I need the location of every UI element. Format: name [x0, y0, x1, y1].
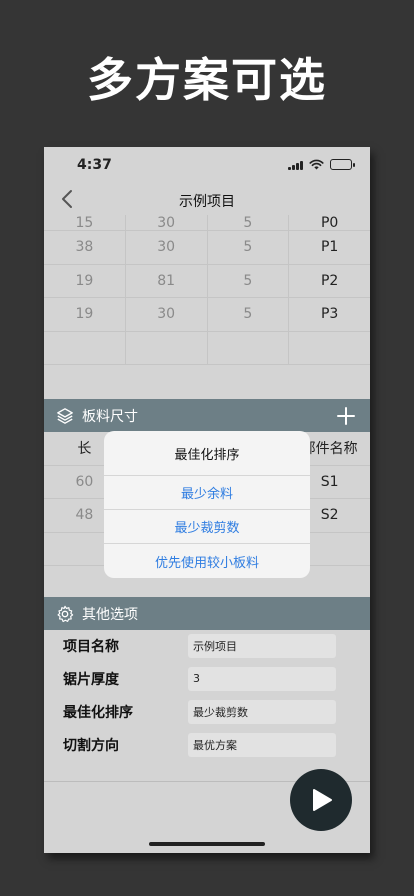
table-cell: 5: [208, 215, 290, 230]
blade-thickness-label: 锯片厚度: [63, 671, 119, 688]
table-row[interactable]: [44, 331, 370, 365]
options-section-header: 其他选项: [44, 597, 370, 630]
table-row[interactable]: 19 30 5 P3: [44, 298, 370, 332]
parts-table: 15 30 5 P0 38 30 5 P1 19 81 5 P2 19 30 5…: [44, 215, 370, 365]
navigation-bar: 示例项目: [44, 183, 370, 215]
table-cell: [289, 332, 370, 365]
action-least-waste[interactable]: 最少余料: [104, 476, 310, 510]
form-row-cut-direction: 切割方向 最优方案: [44, 728, 370, 761]
table-cell: [126, 331, 208, 364]
table-cell: 38: [44, 231, 126, 264]
cut-direction-label: 切割方向: [63, 737, 119, 754]
form-row-blade-thickness: 锯片厚度 3: [44, 662, 370, 695]
blade-thickness-field[interactable]: 3: [188, 666, 336, 691]
phone-screen: 4:37 示例项目 15 30 5 P0 38 30 5 P1 19 81 5 …: [44, 147, 370, 853]
wifi-icon: [309, 159, 324, 170]
table-cell: 19: [44, 298, 126, 331]
project-name-label: 项目名称: [63, 638, 119, 655]
gear-icon: [57, 605, 74, 622]
boards-section-title: 板料尺寸: [82, 408, 138, 425]
table-cell: 19: [44, 264, 126, 297]
layers-icon: [57, 407, 73, 424]
promo-headline: 多方案可选: [87, 53, 327, 107]
form-row-optimize-order: 最佳化排序 最少裁剪数: [44, 695, 370, 728]
optimize-order-label: 最佳化排序: [63, 704, 133, 721]
table-cell: 30: [126, 215, 208, 230]
home-indicator[interactable]: [149, 842, 265, 846]
table-cell: P1: [320, 239, 339, 256]
form-row-project-name: 项目名称 示例项目: [44, 629, 370, 662]
table-cell: 30: [126, 231, 208, 264]
table-cell: 5: [208, 264, 290, 297]
battery-icon: [330, 159, 355, 170]
table-row[interactable]: 15 30 5 P0: [44, 215, 370, 231]
run-button[interactable]: [290, 769, 352, 831]
optimize-order-select[interactable]: 最少裁剪数: [188, 699, 336, 724]
action-prefer-small-boards[interactable]: 优先使用较小板料: [104, 544, 310, 578]
table-cell: 15: [44, 215, 126, 230]
action-sheet-title: 最佳化排序: [104, 431, 310, 476]
status-bar: 4:37: [44, 147, 370, 183]
table-cell: P2: [320, 272, 339, 289]
table-cell: [208, 331, 290, 364]
page-title: 示例项目: [179, 194, 235, 210]
table-cell: [44, 331, 126, 364]
table-cell: 5: [208, 231, 290, 264]
table-row[interactable]: 38 30 5 P1: [44, 231, 370, 265]
cut-direction-select[interactable]: 最优方案: [188, 732, 336, 757]
signal-icon: [288, 160, 303, 170]
project-name-field[interactable]: 示例项目: [188, 633, 336, 658]
boards-section-header: 板料尺寸: [44, 399, 370, 432]
table-cell: 81: [126, 264, 208, 297]
table-cell: P3: [320, 306, 339, 323]
table-cell: 5: [208, 298, 290, 331]
status-time: 4:37: [77, 157, 112, 173]
play-icon: [313, 789, 332, 811]
table-cell: 30: [126, 298, 208, 331]
options-section-title: 其他选项: [82, 606, 138, 623]
table-row[interactable]: 19 81 5 P2: [44, 264, 370, 298]
optimize-order-action-sheet: 最佳化排序 最少余料 最少裁剪数 优先使用较小板料: [104, 431, 310, 578]
plus-icon[interactable]: [336, 406, 356, 426]
options-form: 项目名称 示例项目 锯片厚度 3 最佳化排序 最少裁剪数 切割方向 最优方案: [44, 629, 370, 761]
action-least-cuts[interactable]: 最少裁剪数: [104, 510, 310, 544]
table-cell: P0: [320, 215, 339, 230]
status-icons: [288, 159, 355, 170]
